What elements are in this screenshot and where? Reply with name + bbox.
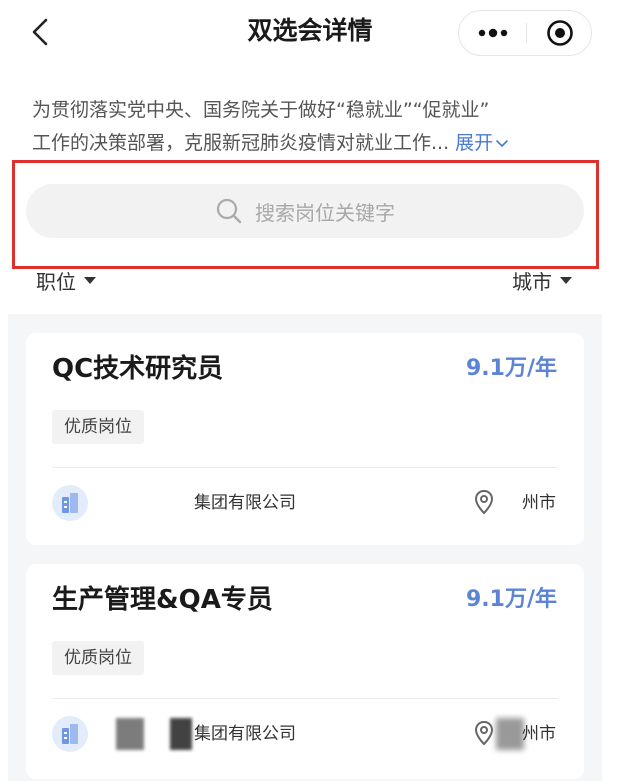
- redaction-mask: [170, 718, 192, 750]
- chevron-down-icon: [496, 139, 508, 147]
- card-divider: [52, 467, 558, 468]
- location-pin-icon: [474, 720, 494, 746]
- intro-line-2: 工作的决策部署，克服新冠肺炎疫情对就业工作... 展开: [32, 127, 592, 160]
- fair-intro: 为贯彻落实党中央、国务院关于做好“稳就业”“促就业” 工作的决策部署，克服新冠肺…: [32, 94, 592, 160]
- location-pin-icon: [474, 489, 494, 515]
- intro-line-2-text: 工作的决策部署，克服新冠肺炎疫情对就业工作...: [32, 132, 450, 154]
- city-name: 州市: [522, 724, 556, 744]
- position-filter[interactable]: 职位: [36, 266, 96, 295]
- target-circle-icon: [547, 20, 573, 46]
- job-title: QC技术研究员: [52, 354, 224, 384]
- company-logo: [52, 716, 88, 752]
- search-icon: [216, 198, 242, 224]
- building-icon: [62, 493, 78, 513]
- caret-down-icon: [84, 277, 96, 284]
- building-icon: [62, 724, 78, 744]
- redaction-mask: [116, 718, 144, 750]
- more-dots-icon: [478, 28, 507, 38]
- company-name: 集团有限公司: [194, 724, 296, 744]
- card-divider: [52, 698, 558, 699]
- job-card[interactable]: 生产管理&QA专员 9.1万/年 优质岗位 集团有限公司 州市: [26, 564, 584, 779]
- job-card[interactable]: QC技术研究员 9.1万/年 优质岗位 集团有限公司 州市: [26, 333, 584, 545]
- job-salary: 9.1万/年: [465, 587, 557, 612]
- city-name: 州市: [522, 493, 556, 513]
- caret-down-icon: [560, 277, 572, 284]
- nav-bar: 双选会详情: [0, 0, 620, 64]
- redaction-mask: [496, 718, 524, 750]
- job-title: 生产管理&QA专员: [52, 585, 273, 615]
- close-button[interactable]: [527, 11, 593, 55]
- expand-label: 展开: [455, 132, 494, 154]
- company-name: 集团有限公司: [194, 493, 296, 513]
- expand-link[interactable]: 展开: [455, 132, 509, 154]
- mini-program-capsule: [458, 10, 592, 56]
- city-filter-label: 城市: [512, 270, 552, 294]
- position-filter-label: 职位: [36, 270, 76, 294]
- more-button[interactable]: [459, 11, 526, 55]
- search-input[interactable]: 搜索岗位关键字: [26, 184, 584, 238]
- job-tag: 优质岗位: [52, 410, 144, 444]
- city-filter[interactable]: 城市: [512, 266, 572, 295]
- job-salary: 9.1万/年: [465, 356, 557, 381]
- search-placeholder: 搜索岗位关键字: [255, 200, 395, 225]
- job-tag: 优质岗位: [52, 641, 144, 675]
- intro-line-1: 为贯彻落实党中央、国务院关于做好“稳就业”“促就业”: [32, 99, 490, 121]
- company-logo: [52, 485, 88, 521]
